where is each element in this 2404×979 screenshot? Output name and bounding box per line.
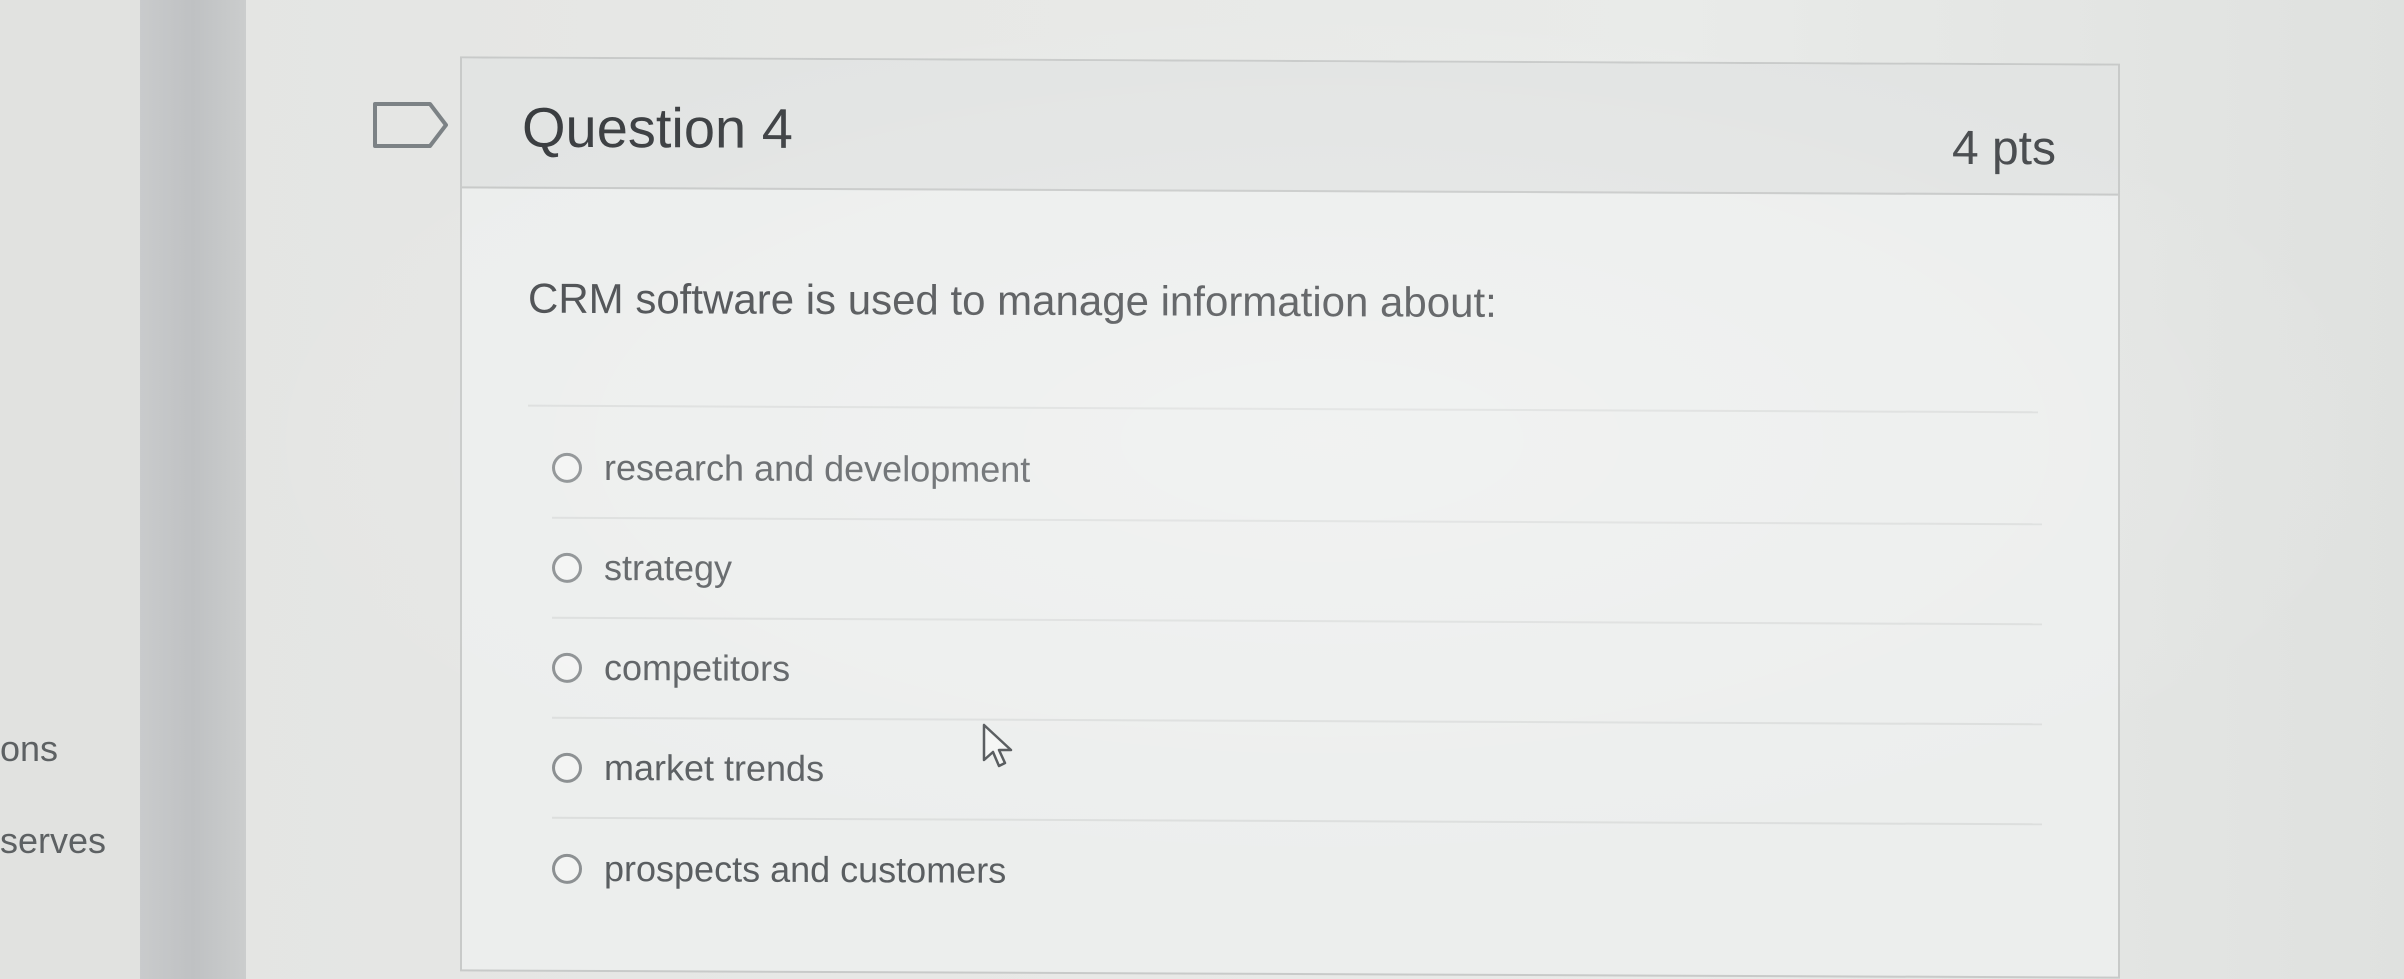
radio-button[interactable] bbox=[552, 452, 582, 483]
flag-icon[interactable] bbox=[372, 100, 452, 150]
answer-option[interactable]: competitors bbox=[552, 618, 2042, 726]
sidebar: ons serves bbox=[0, 0, 140, 979]
answer-label[interactable]: research and development bbox=[604, 447, 1030, 491]
answer-option[interactable]: research and development bbox=[552, 418, 2042, 526]
question-header: Question 4 4 pts bbox=[462, 58, 2118, 196]
question-title: Question 4 bbox=[522, 95, 793, 160]
mouse-cursor-icon bbox=[982, 723, 1013, 768]
answer-list: research and development strategy compet… bbox=[552, 418, 2042, 926]
divider bbox=[528, 404, 2038, 414]
answer-label[interactable]: strategy bbox=[604, 547, 732, 590]
answer-label[interactable]: competitors bbox=[604, 647, 790, 690]
answer-option[interactable]: market trends bbox=[552, 718, 2042, 826]
radio-button[interactable] bbox=[552, 853, 582, 884]
answer-label[interactable]: market trends bbox=[604, 747, 824, 790]
answer-option[interactable]: strategy bbox=[552, 518, 2042, 626]
sidebar-item-label[interactable]: serves bbox=[0, 820, 106, 862]
sidebar-divider bbox=[140, 0, 246, 979]
question-points: 4 pts bbox=[1951, 121, 2056, 176]
sidebar-item-label[interactable]: ons bbox=[0, 728, 58, 770]
radio-button[interactable] bbox=[552, 652, 582, 683]
question-card: Question 4 4 pts CRM software is used to… bbox=[460, 56, 2120, 979]
question-text: CRM software is used to manage informati… bbox=[528, 274, 1497, 326]
radio-button[interactable] bbox=[552, 752, 582, 783]
answer-option[interactable]: prospects and customers bbox=[552, 819, 2042, 926]
answer-label[interactable]: prospects and customers bbox=[604, 848, 1006, 892]
radio-button[interactable] bbox=[552, 552, 582, 583]
